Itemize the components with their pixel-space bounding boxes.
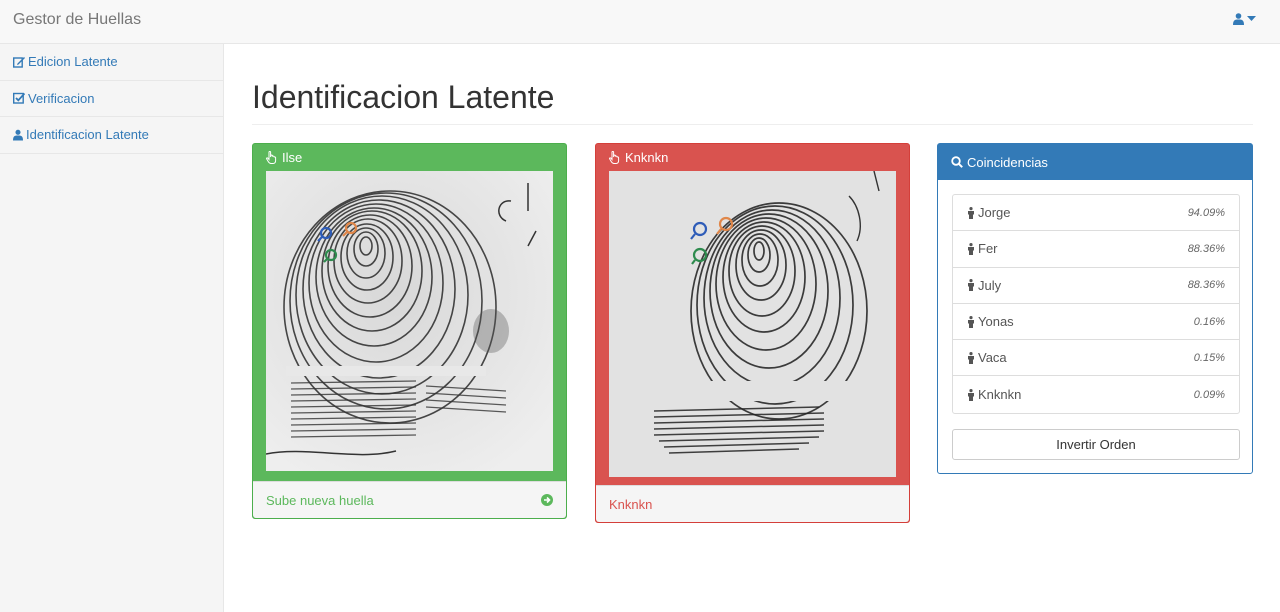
match-score: 0.15% [1193, 351, 1225, 364]
list-item[interactable]: Fer 88.36% [953, 231, 1239, 268]
male-icon [968, 388, 974, 401]
list-item[interactable]: July 88.36% [953, 268, 1239, 304]
list-item[interactable]: Jorge 94.09% [953, 195, 1239, 232]
match-name: July [978, 277, 1002, 293]
hand-pointer-icon [609, 150, 620, 164]
latent-fingerprint-image[interactable] [266, 171, 553, 471]
match-score: 0.09% [1193, 388, 1225, 401]
page-title: Identificacion Latente [252, 79, 555, 115]
upload-link[interactable]: Sube nueva huella [266, 493, 374, 508]
match-print-panel: Knknkn Knknkn [595, 143, 910, 523]
match-name: Knknkn [978, 387, 1022, 403]
sidebar-item-label: Edicion Latente [28, 54, 118, 70]
latent-print-panel: Ilse Sube nueva huella [252, 143, 567, 519]
male-icon [968, 206, 974, 219]
coincidencias-panel: Coincidencias Jorge 94.09% Fer 88.36% Ju… [937, 143, 1253, 474]
male-icon [968, 315, 974, 328]
brand[interactable]: Gestor de Huellas [13, 11, 141, 29]
panel-title: Knknkn [625, 149, 669, 165]
list-item[interactable]: Vaca 0.15% [953, 340, 1239, 377]
panel-heading: Ilse [253, 144, 566, 170]
arrow-circle-right-icon[interactable] [541, 494, 553, 506]
caret-down-icon [1247, 16, 1256, 21]
edit-icon [13, 56, 25, 68]
user-menu[interactable] [1233, 13, 1256, 25]
panel-title: Coincidencias [967, 154, 1048, 170]
panel-title: Ilse [282, 149, 303, 165]
panel-heading: Knknkn [596, 144, 909, 170]
sidebar-item-verificacion[interactable]: Verificacion [0, 80, 223, 117]
list-item[interactable]: Knknkn 0.09% [953, 376, 1239, 412]
match-name-label: Knknkn [609, 496, 653, 512]
match-name: Yonas [978, 314, 1014, 330]
match-name: Fer [978, 241, 998, 257]
sidebar-item-edicion-latente[interactable]: Edicion Latente [0, 44, 223, 81]
check-square-icon [13, 93, 25, 104]
male-icon [968, 351, 974, 364]
male-icon [968, 279, 974, 292]
male-icon [968, 242, 974, 255]
match-score: 94.09% [1187, 206, 1225, 219]
panel-heading: Coincidencias [938, 144, 1252, 180]
match-score: 88.36% [1187, 242, 1225, 255]
sidebar-item-label: Identificacion Latente [26, 127, 149, 143]
user-icon [1233, 13, 1244, 25]
match-fingerprint-image[interactable] [609, 171, 896, 477]
match-score: 88.36% [1187, 279, 1225, 292]
sidebar-item-identificacion-latente[interactable]: Identificacion Latente [0, 117, 223, 154]
sidebar-item-label: Verificacion [28, 90, 95, 106]
sidebar: Edicion Latente Verificacion Identificac… [0, 44, 224, 612]
user-icon [13, 129, 23, 141]
search-icon [951, 156, 963, 168]
invert-order-button[interactable]: Invertir Orden [952, 429, 1240, 460]
divider [252, 124, 1253, 125]
match-name: Vaca [978, 350, 1007, 366]
upload-footer[interactable]: Sube nueva huella [253, 481, 566, 518]
navbar: Gestor de Huellas [0, 0, 1280, 44]
matches-list: Jorge 94.09% Fer 88.36% July 88.36% Yona… [952, 194, 1240, 414]
list-item[interactable]: Yonas 0.16% [953, 304, 1239, 341]
hand-pointer-icon [266, 150, 277, 164]
match-score: 0.16% [1193, 315, 1225, 328]
match-footer: Knknkn [596, 485, 909, 522]
match-name: Jorge [978, 205, 1011, 221]
